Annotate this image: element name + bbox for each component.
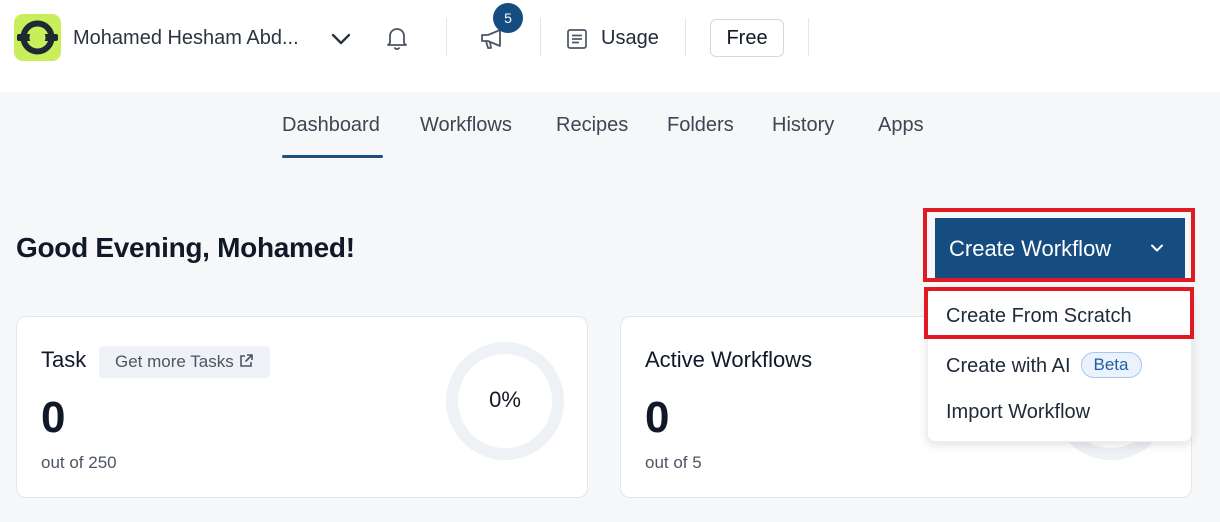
chevron-down-icon: [1151, 244, 1163, 252]
usage-link[interactable]: Usage: [601, 27, 659, 50]
top-bar: Mohamed Hesham Abd... 5 Usage Free: [0, 0, 1220, 92]
divider: [446, 18, 447, 56]
tab-recipes[interactable]: Recipes: [556, 114, 628, 137]
tab-folders[interactable]: Folders: [667, 114, 734, 137]
notification-badge: 5: [493, 3, 523, 33]
menu-item-create-with-ai[interactable]: Create with AI Beta: [946, 352, 1142, 378]
menu-item-import-workflow[interactable]: Import Workflow: [946, 401, 1090, 424]
active-tab-indicator: [282, 155, 383, 158]
chevron-down-icon[interactable]: [330, 28, 352, 50]
create-with-ai-label: Create with AI: [946, 355, 1071, 377]
plan-button[interactable]: Free: [710, 19, 784, 57]
app-logo[interactable]: [14, 14, 61, 61]
bell-icon[interactable]: [385, 25, 409, 51]
task-card: Task Get more Tasks 0 out of 250 0%: [16, 316, 588, 498]
beta-badge: Beta: [1080, 352, 1142, 378]
divider: [540, 18, 541, 56]
external-link-icon: [239, 354, 253, 367]
divider: [808, 18, 809, 56]
create-workflow-button[interactable]: Create Workflow: [935, 218, 1185, 278]
tab-dashboard[interactable]: Dashboard: [282, 114, 380, 137]
get-more-tasks-button[interactable]: Get more Tasks: [99, 346, 270, 378]
account-name[interactable]: Mohamed Hesham Abd...: [73, 27, 299, 50]
active-workflows-limit: out of 5: [645, 453, 702, 472]
tab-apps[interactable]: Apps: [878, 114, 924, 137]
create-workflow-label: Create Workflow: [949, 236, 1112, 261]
task-count: 0: [41, 393, 66, 442]
active-workflows-title: Active Workflows: [645, 347, 813, 372]
document-lines-icon: [567, 29, 587, 49]
tab-history[interactable]: History: [772, 114, 834, 137]
highlight-box: [924, 287, 1194, 339]
get-more-tasks-label: Get more Tasks: [115, 352, 234, 371]
active-workflows-count: 0: [645, 393, 670, 442]
tab-workflows[interactable]: Workflows: [420, 114, 512, 137]
task-limit: out of 250: [41, 453, 117, 472]
task-card-title: Task: [41, 347, 87, 372]
ring-logo-icon: [17, 20, 58, 55]
page-title: Good Evening, Mohamed!: [16, 232, 355, 263]
divider: [685, 18, 686, 56]
task-percent: 0%: [489, 387, 521, 412]
